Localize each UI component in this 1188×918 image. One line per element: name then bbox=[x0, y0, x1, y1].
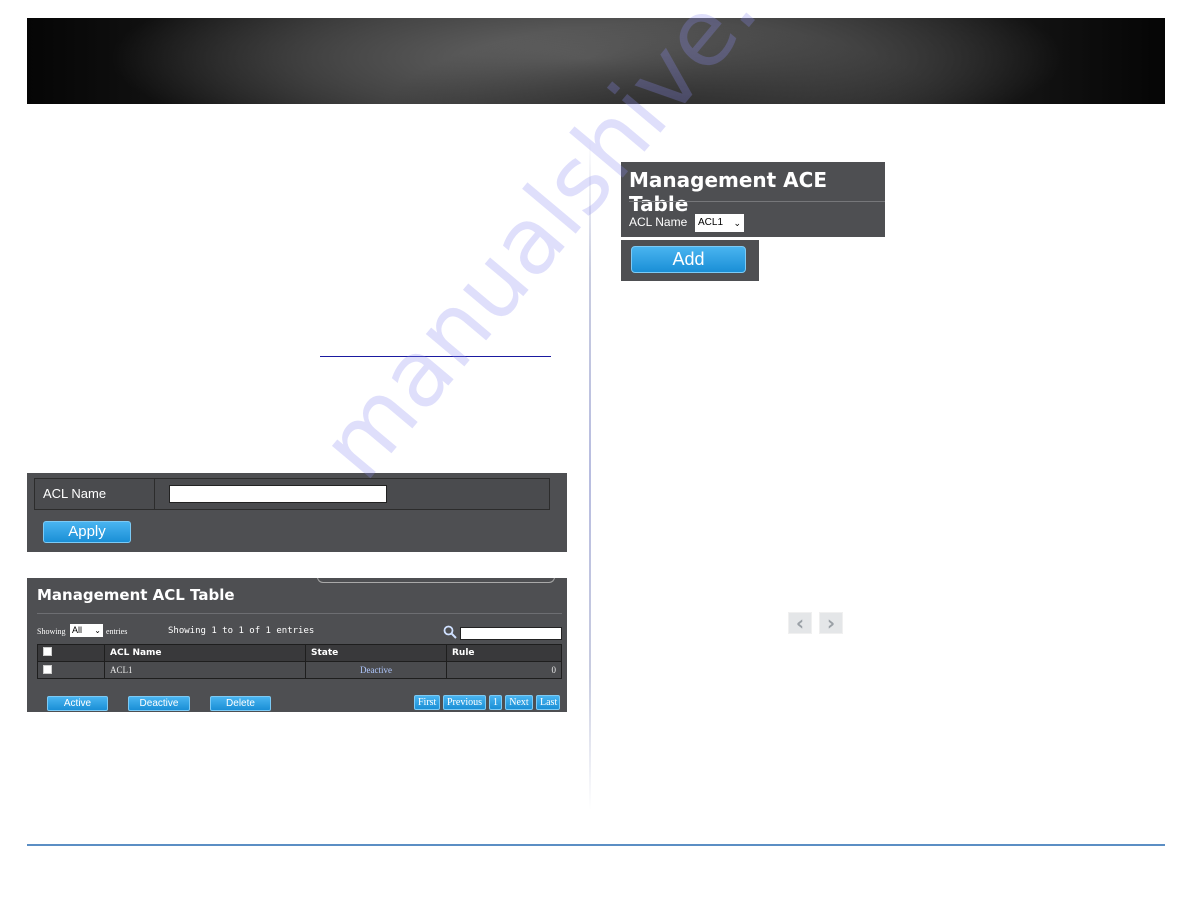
acl-name-label: ACL Name bbox=[35, 479, 155, 509]
select-all-checkbox[interactable] bbox=[43, 647, 52, 656]
acl-name-row: ACL Name bbox=[34, 478, 550, 510]
cell-acl-name: ACL1 bbox=[104, 661, 306, 679]
hyperlink-underline[interactable] bbox=[320, 356, 551, 357]
column-header-state[interactable]: State bbox=[305, 644, 447, 662]
panel-frame bbox=[317, 578, 555, 583]
pagination-page-1[interactable]: 1 bbox=[489, 695, 502, 710]
title-divider bbox=[37, 613, 562, 614]
acl-table-panel: Management ACL Table Showing All ⌄ entri… bbox=[27, 578, 567, 712]
acl-name-input[interactable] bbox=[169, 485, 387, 503]
chevron-down-icon: ⌄ bbox=[733, 218, 741, 228]
ace-acl-name-value: ACL1 bbox=[698, 217, 724, 228]
active-button[interactable]: Active bbox=[47, 696, 108, 711]
entries-per-page-select[interactable]: All ⌄ bbox=[70, 624, 103, 637]
column-header-rule[interactable]: Rule bbox=[446, 644, 562, 662]
chevron-down-icon: ⌄ bbox=[94, 626, 101, 635]
acl-table: ACL Name State Rule ACL1 Deactive 0 bbox=[37, 644, 562, 679]
cell-rule: 0 bbox=[446, 661, 562, 679]
table-row[interactable]: ACL1 Deactive 0 bbox=[37, 661, 562, 679]
pagination-next[interactable]: Next bbox=[505, 695, 533, 710]
pagination-previous[interactable]: Previous bbox=[443, 695, 486, 710]
search-icon bbox=[443, 625, 457, 639]
chevron-right-icon[interactable]: › bbox=[819, 612, 843, 634]
ace-add-panel: Add bbox=[621, 240, 759, 281]
pagination-first[interactable]: First bbox=[414, 695, 440, 710]
ace-table-panel: Management ACE Table ACL Name ACL1 ⌄ bbox=[621, 162, 885, 237]
showing-label: Showing bbox=[37, 627, 66, 636]
pagination-last[interactable]: Last bbox=[536, 695, 560, 710]
row-select-cell[interactable] bbox=[37, 661, 105, 679]
header-banner bbox=[27, 18, 1165, 104]
table-header-row: ACL Name State Rule bbox=[37, 644, 562, 662]
entries-per-page-value: All bbox=[72, 625, 83, 635]
apply-button[interactable]: Apply bbox=[43, 521, 131, 543]
table-search-input[interactable] bbox=[460, 627, 562, 640]
ace-acl-name-label: ACL Name bbox=[629, 215, 688, 229]
acl-table-title: Management ACL Table bbox=[37, 586, 235, 604]
deactive-button[interactable]: Deactive bbox=[128, 696, 190, 711]
add-button[interactable]: Add bbox=[631, 246, 746, 273]
select-all-header[interactable] bbox=[37, 644, 105, 662]
column-header-acl-name[interactable]: ACL Name bbox=[104, 644, 306, 662]
cell-state: Deactive bbox=[305, 661, 447, 679]
entries-label: entries bbox=[106, 627, 128, 636]
acl-name-form-panel: ACL Name Apply bbox=[27, 473, 567, 552]
ace-acl-name-select[interactable]: ACL1 ⌄ bbox=[695, 214, 744, 232]
column-divider bbox=[589, 140, 591, 810]
delete-button[interactable]: Delete bbox=[210, 696, 271, 711]
ace-table-title: Management ACE Table bbox=[629, 168, 827, 216]
row-checkbox[interactable] bbox=[43, 664, 52, 674]
table-info: Showing 1 to 1 of 1 entries bbox=[168, 626, 315, 636]
chevron-left-icon[interactable]: ‹ bbox=[788, 612, 812, 634]
title-divider bbox=[629, 201, 885, 202]
footer-rule bbox=[27, 844, 1165, 846]
